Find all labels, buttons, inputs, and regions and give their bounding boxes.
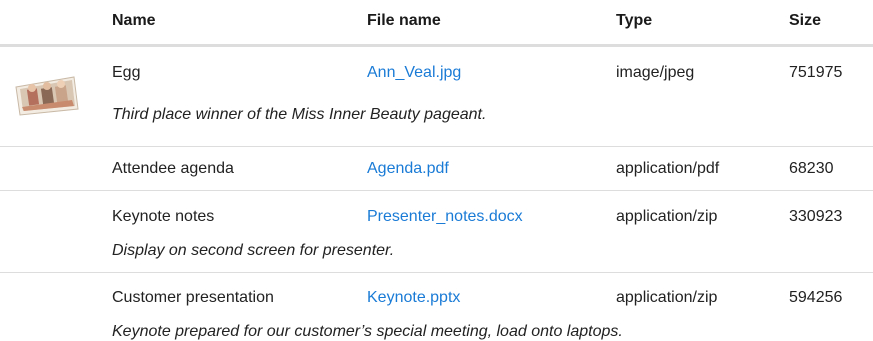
attachments-table: Name File name Type Size Egg Ann_Veal.jp… bbox=[0, 0, 873, 341]
row-type: application/zip bbox=[616, 208, 718, 225]
photo-thumbnail bbox=[15, 76, 79, 116]
table-row: Keynote notes Presenter_notes.docx appli… bbox=[0, 191, 873, 273]
row-size: 330923 bbox=[789, 208, 843, 225]
table-header: Name File name Type Size bbox=[0, 0, 873, 47]
file-link[interactable]: Agenda.pdf bbox=[367, 160, 449, 178]
table-row: Customer presentation Keynote.pptx appli… bbox=[0, 273, 873, 341]
table-row: Attendee agenda Agenda.pdf application/p… bbox=[0, 147, 873, 191]
column-header-file-name: File name bbox=[367, 12, 441, 29]
row-description: Display on second screen for presenter. bbox=[112, 242, 395, 259]
row-name: Customer presentation bbox=[112, 289, 274, 306]
row-size: 68230 bbox=[789, 160, 834, 177]
column-header-name: Name bbox=[112, 12, 156, 29]
file-link[interactable]: Ann_Veal.jpg bbox=[367, 64, 461, 82]
file-link[interactable]: Presenter_notes.docx bbox=[367, 208, 523, 226]
row-description: Third place winner of the Miss Inner Bea… bbox=[112, 106, 487, 123]
row-size: 594256 bbox=[789, 289, 843, 306]
row-name: Keynote notes bbox=[112, 208, 215, 225]
row-type: application/pdf bbox=[616, 160, 720, 177]
row-type: application/zip bbox=[616, 289, 718, 306]
file-link[interactable]: Keynote.pptx bbox=[367, 289, 460, 307]
row-name: Egg bbox=[112, 64, 141, 81]
row-description: Keynote prepared for our customer’s spec… bbox=[112, 323, 623, 340]
row-size: 751975 bbox=[789, 64, 843, 81]
column-header-type: Type bbox=[616, 12, 653, 29]
column-header-size: Size bbox=[789, 12, 822, 29]
row-name: Attendee agenda bbox=[112, 160, 234, 177]
table-row: Egg Ann_Veal.jpg image/jpeg 751975 Third… bbox=[0, 47, 873, 147]
row-type: image/jpeg bbox=[616, 64, 695, 81]
